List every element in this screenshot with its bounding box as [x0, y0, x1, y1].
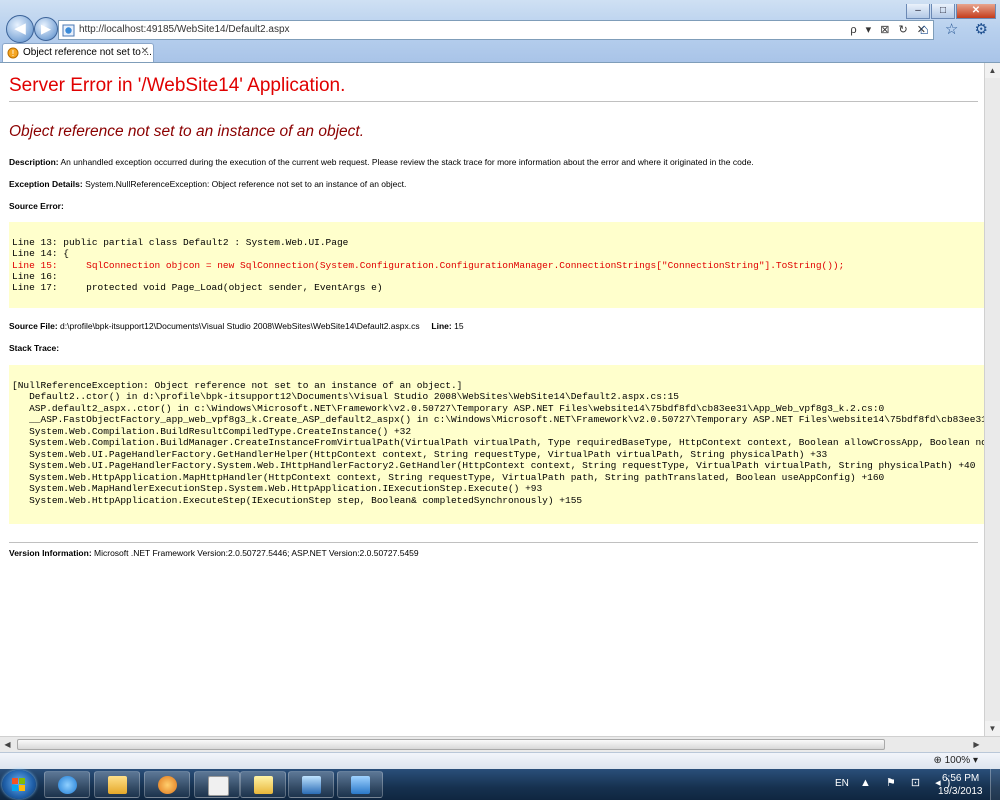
- internet-explorer-icon: [58, 776, 77, 794]
- title-divider: [9, 101, 978, 102]
- scroll-up-icon[interactable]: ▲: [985, 63, 1000, 78]
- vnc-icon: [208, 776, 229, 796]
- taskbar-media[interactable]: [144, 771, 190, 798]
- source-file-line: Source File: d:\profile\bpk-itsupport12\…: [9, 321, 464, 331]
- stack-line: System.Web.UI.PageHandlerFactory.System.…: [12, 460, 976, 471]
- error-title: Server Error in '/WebSite14' Application…: [9, 75, 346, 96]
- taskbar-explorer[interactable]: [94, 771, 140, 798]
- tab-active[interactable]: ! Object reference not set to ... ✕: [2, 43, 154, 62]
- horizontal-scroll-thumb[interactable]: [17, 739, 885, 750]
- clock-date[interactable]: 19/3/2013: [938, 786, 983, 797]
- version-label: Version Information:: [9, 548, 92, 558]
- exception-label: Exception Details:: [9, 179, 83, 189]
- description-label: Description:: [9, 157, 59, 167]
- browser-chrome: ◀ ▶ http://localhost:49185/WebSite14/Def…: [0, 0, 1000, 63]
- scroll-left-icon[interactable]: ◀: [0, 737, 15, 752]
- zoom-level[interactable]: ⊕ 100% ▾: [933, 755, 978, 766]
- tab-close-icon[interactable]: ✕: [141, 46, 149, 57]
- stack-line: System.Web.UI.PageHandlerFactory.GetHand…: [12, 449, 828, 460]
- source-line: Line 14: {: [12, 248, 70, 259]
- scroll-right-icon[interactable]: ▶: [969, 737, 984, 752]
- taskbar-vnc[interactable]: [194, 771, 240, 798]
- description-text: An unhandled exception occurred during t…: [60, 157, 754, 167]
- exception-text: System.NullReferenceException: Object re…: [85, 179, 407, 189]
- page-viewport: Server Error in '/WebSite14' Application…: [0, 63, 984, 736]
- visual-studio-icon: [351, 776, 370, 794]
- address-tools-icons[interactable]: ρ ▾ ⊠ ↻ ✕: [850, 23, 929, 36]
- source-line: Line 13: public partial class Default2 :…: [12, 237, 349, 248]
- minimize-button[interactable]: –: [906, 4, 930, 19]
- stack-line: [NullReferenceException: Object referenc…: [12, 380, 463, 391]
- horizontal-scrollbar[interactable]: ◀ ▶: [0, 736, 1000, 752]
- stack-line: System.Web.HttpApplication.ExecuteStep(I…: [12, 495, 583, 506]
- version-text: Microsoft .NET Framework Version:2.0.507…: [94, 548, 419, 558]
- stack-line: ASP.default2_aspx..ctor() in c:\Windows\…: [12, 403, 885, 414]
- show-desktop-button[interactable]: [990, 769, 1000, 800]
- stack-line: System.Web.HttpApplication.MapHttpHandle…: [12, 472, 885, 483]
- source-line-highlighted: Line 15: SqlConnection objcon = new SqlC…: [12, 260, 845, 271]
- scroll-down-icon[interactable]: ▼: [985, 721, 1000, 736]
- stack-line: System.Web.Compilation.BuildResultCompil…: [12, 426, 412, 437]
- page-icon: [62, 24, 75, 37]
- source-line: Line 17: protected void Page_Load(object…: [12, 282, 383, 293]
- version-line: Version Information: Microsoft .NET Fram…: [9, 548, 419, 558]
- back-button[interactable]: ◀: [6, 15, 34, 43]
- source-line: Line 16:: [12, 271, 58, 282]
- source-file-label: Source File:: [9, 321, 58, 331]
- monitor-icon: [302, 776, 321, 794]
- taskbar-ie[interactable]: [44, 771, 90, 798]
- version-divider: [9, 542, 978, 543]
- svg-text:!: !: [11, 49, 14, 58]
- stack-line: System.Web.MapHandlerExecutionStep.Syste…: [12, 483, 543, 494]
- error-subtitle: Object reference not set to an instance …: [9, 123, 364, 140]
- taskbar: EN ▲ ⚑ ⊡ ◂) 6:56 PM 19/3/2013: [0, 769, 1000, 800]
- line-number: 15: [454, 321, 464, 331]
- exception-line: Exception Details: System.NullReferenceE…: [9, 179, 406, 189]
- windows-logo-icon: [12, 778, 25, 791]
- stack-trace-box: [NullReferenceException: Object referenc…: [9, 365, 984, 524]
- source-code-box: Line 13: public partial class Default2 :…: [9, 222, 984, 308]
- stack-trace-heading: Stack Trace:: [9, 343, 60, 353]
- description-line: Description: An unhandled exception occu…: [9, 157, 754, 167]
- status-bar: ⊕ 100% ▾: [0, 752, 1000, 769]
- address-bar[interactable]: http://localhost:49185/WebSite14/Default…: [58, 20, 934, 40]
- close-window-button[interactable]: ✕: [956, 4, 996, 19]
- line-label: Line:: [431, 321, 452, 331]
- taskbar-app[interactable]: [240, 771, 286, 798]
- taskbar-visual-studio[interactable]: [337, 771, 383, 798]
- taskbar-app[interactable]: [288, 771, 334, 798]
- forward-button[interactable]: ▶: [34, 17, 58, 41]
- source-file-path: d:\profile\bpk-itsupport12\Documents\Vis…: [60, 321, 420, 331]
- clock-time[interactable]: 6:56 PM: [942, 773, 979, 784]
- stack-line: __ASP.FastObjectFactory_app_web_vpf8g3_k…: [12, 414, 984, 425]
- address-url[interactable]: http://localhost:49185/WebSite14/Default…: [79, 24, 290, 35]
- tab-title: Object reference not set to ...: [23, 47, 152, 58]
- maximize-button[interactable]: □: [931, 4, 955, 19]
- folder-icon: [108, 776, 127, 794]
- stack-line: System.Web.Compilation.BuildManager.Crea…: [12, 437, 984, 448]
- language-indicator[interactable]: EN: [835, 778, 849, 789]
- window-controls: – □ ✕: [905, 0, 996, 19]
- start-button[interactable]: [2, 770, 36, 799]
- source-error-heading: Source Error:: [9, 201, 64, 211]
- media-player-icon: [158, 776, 177, 794]
- tab-page-icon: !: [7, 47, 19, 59]
- vertical-scrollbar[interactable]: ▲ ▼: [984, 63, 1000, 736]
- stack-line: Default2..ctor() in d:\profile\bpk-itsup…: [12, 391, 680, 402]
- app-icon: [254, 776, 273, 794]
- toolbar-icons[interactable]: ⌂ ☆ ⚙: [920, 20, 994, 38]
